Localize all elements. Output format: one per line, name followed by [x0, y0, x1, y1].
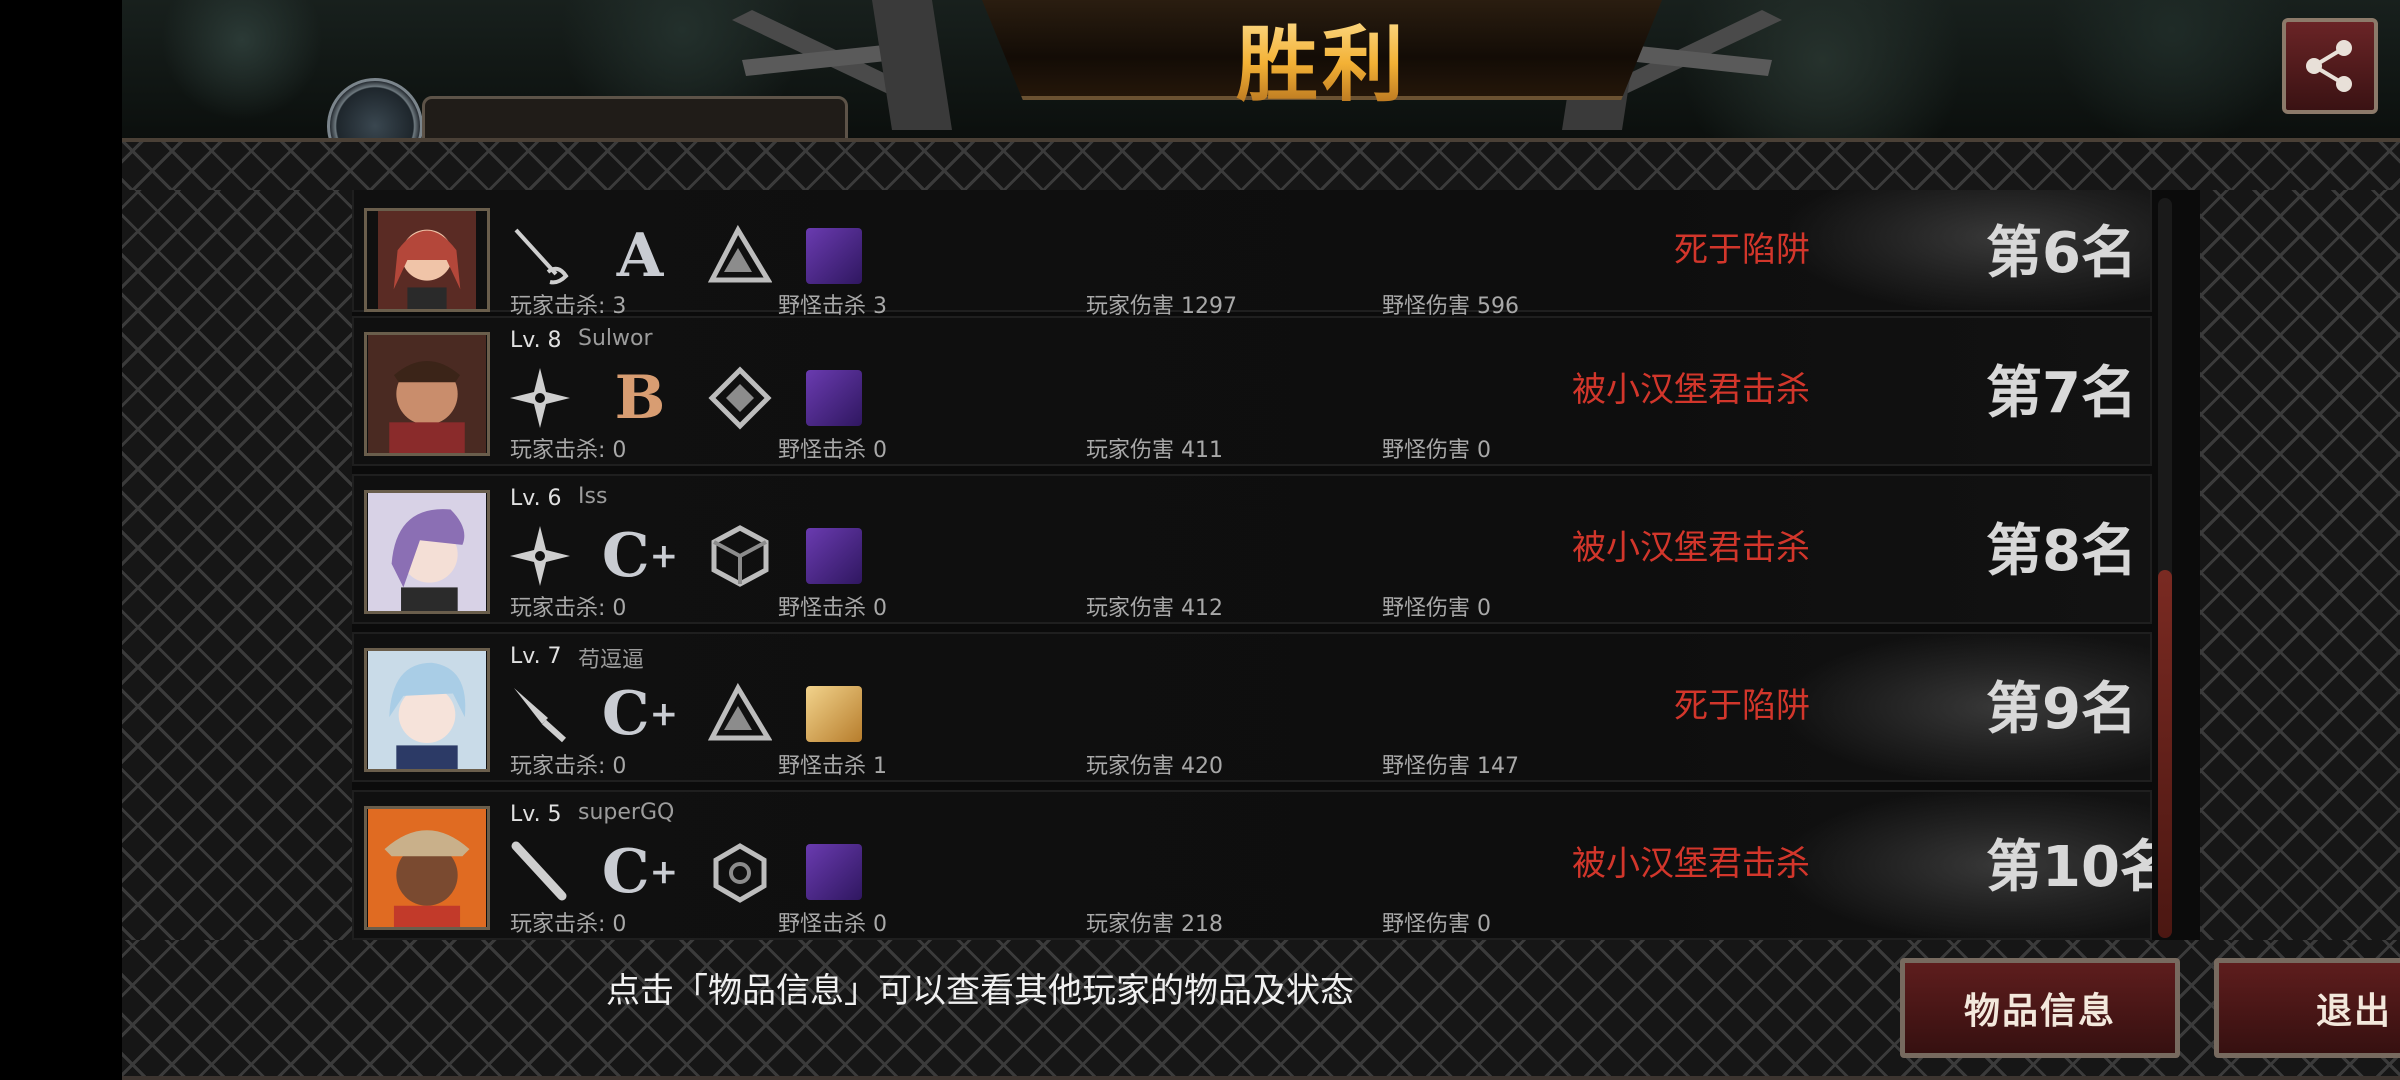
rapier-icon: [506, 222, 574, 290]
diamond-trait-icon: [706, 364, 774, 432]
fence-right: [2200, 190, 2400, 950]
monster-damage: 野怪伤害 0: [1382, 438, 1491, 463]
shuriken-icon: [506, 364, 574, 432]
player-level: Lv. 8: [510, 328, 562, 353]
player-damage: 玩家伤害 412: [1086, 596, 1223, 621]
item-info-button[interactable]: 物品信息: [1900, 958, 2180, 1058]
avatar: [364, 490, 490, 614]
ranking-list-panel: A 玩家击杀: 3 野怪击杀 3 玩家伤害 1297 野怪伤害 596 死于陷阱…: [352, 190, 2200, 940]
victory-title: 胜利: [1182, 0, 1462, 117]
hexagon-trait-icon: [706, 838, 774, 906]
list-item[interactable]: A 玩家击杀: 3 野怪击杀 3 玩家伤害 1297 野怪伤害 596 死于陷阱…: [352, 190, 2152, 319]
avatar: [364, 648, 490, 772]
list-item[interactable]: Lv. 6 Iss C + 玩家击杀: 0 野怪击杀 0 玩家伤害 412 野怪伤…: [352, 474, 2152, 624]
player-kills: 玩家击杀: 0: [510, 438, 627, 463]
item-icon: [806, 844, 862, 900]
player-name: 苟逗逼: [578, 648, 645, 673]
death-cause: 被小汉堡君击杀: [1572, 528, 1810, 568]
death-cause: 被小汉堡君击杀: [1572, 844, 1810, 884]
player-damage: 玩家伤害 411: [1086, 438, 1223, 463]
shuriken-icon: [506, 522, 574, 590]
death-cause: 死于陷阱: [1674, 686, 1810, 726]
hint-text: 点击「物品信息」可以查看其他玩家的物品及状态: [606, 971, 1354, 1011]
cube-trait-icon: [706, 522, 774, 590]
item-icon: [806, 528, 862, 584]
monster-damage: 野怪伤害 147: [1382, 754, 1519, 779]
rank-label: 第7名: [1986, 361, 2137, 426]
share-icon: [2306, 40, 2352, 92]
player-level: Lv. 5: [510, 802, 562, 827]
rank-label: 第9名: [1986, 677, 2137, 742]
list-item[interactable]: Lv. 8 Sulwor B 玩家击杀: 0 野怪击杀 0 玩家伤害 411 野…: [352, 316, 2152, 466]
result-screen: 胜利 A 玩家击杀: 3 野怪击杀 3 玩家伤害 1297 野怪伤害 596 死…: [122, 0, 2400, 1080]
triangle-trait-icon: [706, 680, 774, 748]
dagger-icon: [506, 680, 574, 748]
monster-kills: 野怪击杀 0: [778, 438, 887, 463]
rank-label: 第8名: [1986, 519, 2137, 584]
rank-label: 第6名: [1986, 221, 2137, 286]
list-item[interactable]: Lv. 7 苟逗逼 C + 玩家击杀: 0 野怪击杀 1 玩家伤害 420 野怪伤…: [352, 632, 2152, 782]
player-kills: 玩家击杀: 0: [510, 754, 627, 779]
monster-kills: 野怪击杀 0: [778, 596, 887, 621]
scrollbar-thumb[interactable]: [2158, 570, 2172, 938]
share-button[interactable]: [2282, 18, 2378, 114]
item-icon: [806, 370, 862, 426]
item-icon: [806, 686, 862, 742]
left-black-bar: [0, 0, 122, 1080]
crossed-guns-left-icon: [732, 0, 952, 130]
player-name: superGQ: [578, 800, 675, 825]
ranking-list[interactable]: A 玩家击杀: 3 野怪击杀 3 玩家伤害 1297 野怪伤害 596 死于陷阱…: [352, 190, 2152, 940]
scrollbar[interactable]: [2158, 198, 2172, 938]
player-name: Iss: [578, 484, 608, 509]
quit-button[interactable]: 退出: [2214, 958, 2400, 1058]
avatar: [364, 332, 490, 456]
monster-kills: 野怪击杀 1: [778, 754, 887, 779]
player-kills: 玩家击杀: 0: [510, 912, 627, 937]
avatar: [364, 806, 490, 930]
grade-badge: C +: [601, 837, 679, 907]
death-cause: 被小汉堡君击杀: [1572, 370, 1810, 410]
player-kills: 玩家击杀: 0: [510, 596, 627, 621]
monster-kills: 野怪击杀 0: [778, 912, 887, 937]
grade-badge: C +: [601, 521, 679, 591]
triangle-trait-icon: [706, 222, 774, 290]
player-damage: 玩家伤害 218: [1086, 912, 1223, 937]
fence-left: [122, 190, 352, 950]
monster-damage: 野怪伤害 0: [1382, 912, 1491, 937]
grade-badge: A: [616, 221, 664, 291]
avatar: [364, 208, 490, 312]
grade-badge: C +: [601, 679, 679, 749]
rank-label: 第10名: [1986, 835, 2152, 900]
bat-icon: [506, 838, 574, 906]
player-name: Sulwor: [578, 326, 653, 351]
player-level: Lv. 6: [510, 486, 562, 511]
player-level: Lv. 7: [510, 644, 562, 669]
death-cause: 死于陷阱: [1674, 230, 1810, 270]
grade-badge: B: [614, 363, 666, 433]
list-item[interactable]: Lv. 5 superGQ C + 玩家击杀: 0 野怪击杀 0 玩家伤害 218…: [352, 790, 2152, 940]
player-damage: 玩家伤害 420: [1086, 754, 1223, 779]
monster-damage: 野怪伤害 0: [1382, 596, 1491, 621]
item-icon: [806, 228, 862, 284]
